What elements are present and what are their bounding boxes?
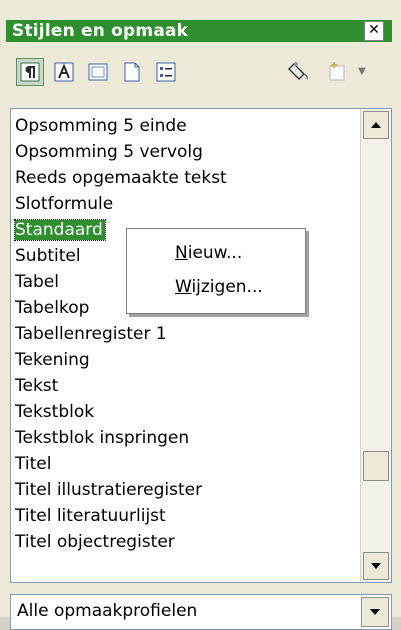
- fill-format-mode-button[interactable]: [286, 58, 314, 86]
- vertical-scrollbar[interactable]: [360, 109, 391, 582]
- character-styles-button[interactable]: [50, 58, 78, 86]
- fill-format-icon: [288, 62, 308, 80]
- list-item[interactable]: Tekstblok inspringen: [15, 425, 355, 451]
- title-bar: Stijlen en opmaak ✕: [6, 20, 392, 42]
- list-item[interactable]: Tekst: [15, 373, 355, 399]
- character-styles-icon: [54, 62, 74, 82]
- close-icon: ✕: [368, 22, 380, 38]
- menu-item-new[interactable]: Nieuw...: [175, 243, 242, 263]
- window-title: Stijlen en opmaak: [12, 21, 189, 41]
- list-item[interactable]: Tekstblok: [15, 399, 355, 425]
- paragraph-styles-button[interactable]: [16, 58, 44, 86]
- menu-item-modify[interactable]: Wijzigen...: [175, 277, 263, 297]
- scroll-up-button[interactable]: [363, 111, 389, 139]
- style-filter-value: Alle opmaakprofielen: [17, 601, 198, 621]
- dropdown-button[interactable]: [361, 597, 389, 627]
- list-item[interactable]: Opsomming 5 einde: [15, 113, 355, 139]
- chevron-down-icon[interactable]: ▼: [358, 66, 366, 77]
- list-item[interactable]: Tekening: [15, 347, 355, 373]
- list-item[interactable]: Titel literatuurlijst: [15, 503, 355, 529]
- frame-styles-button[interactable]: [84, 58, 112, 86]
- toolbar: ▼: [10, 52, 390, 96]
- chevron-down-icon: [370, 609, 380, 615]
- page-styles-icon: [124, 62, 140, 82]
- context-menu: Nieuw... Wijzigen...: [126, 228, 306, 314]
- paragraph-styles-icon: [20, 62, 40, 82]
- chevron-down-icon: [371, 563, 381, 569]
- list-styles-icon: [156, 62, 176, 82]
- new-style-icon: [329, 62, 345, 81]
- list-item[interactable]: Titel objectregister: [15, 529, 355, 555]
- list-styles-button[interactable]: [152, 58, 180, 86]
- scroll-down-button[interactable]: [363, 552, 389, 580]
- list-item[interactable]: Tabellenregister 1: [15, 321, 355, 347]
- list-item[interactable]: Titel: [15, 451, 355, 477]
- new-style-from-selection-button[interactable]: [324, 58, 352, 86]
- scrollbar-thumb[interactable]: [363, 451, 389, 481]
- list-item[interactable]: Titel illustratieregister: [15, 477, 355, 503]
- close-button[interactable]: ✕: [364, 21, 384, 41]
- chevron-up-icon: [371, 122, 381, 128]
- page-styles-button[interactable]: [118, 58, 146, 86]
- frame-styles-icon: [88, 63, 108, 81]
- list-item[interactable]: Opsomming 5 vervolg: [15, 139, 355, 165]
- styles-and-formatting-panel: Stijlen en opmaak ✕ ▼ Opsomming 5 einde …: [0, 0, 401, 630]
- list-item[interactable]: Slotformule: [15, 191, 355, 217]
- list-item[interactable]: Reeds opgemaakte tekst: [15, 165, 355, 191]
- styles-list[interactable]: Opsomming 5 einde Opsomming 5 vervolg Re…: [10, 108, 392, 583]
- style-filter-dropdown[interactable]: Alle opmaakprofielen: [10, 594, 392, 630]
